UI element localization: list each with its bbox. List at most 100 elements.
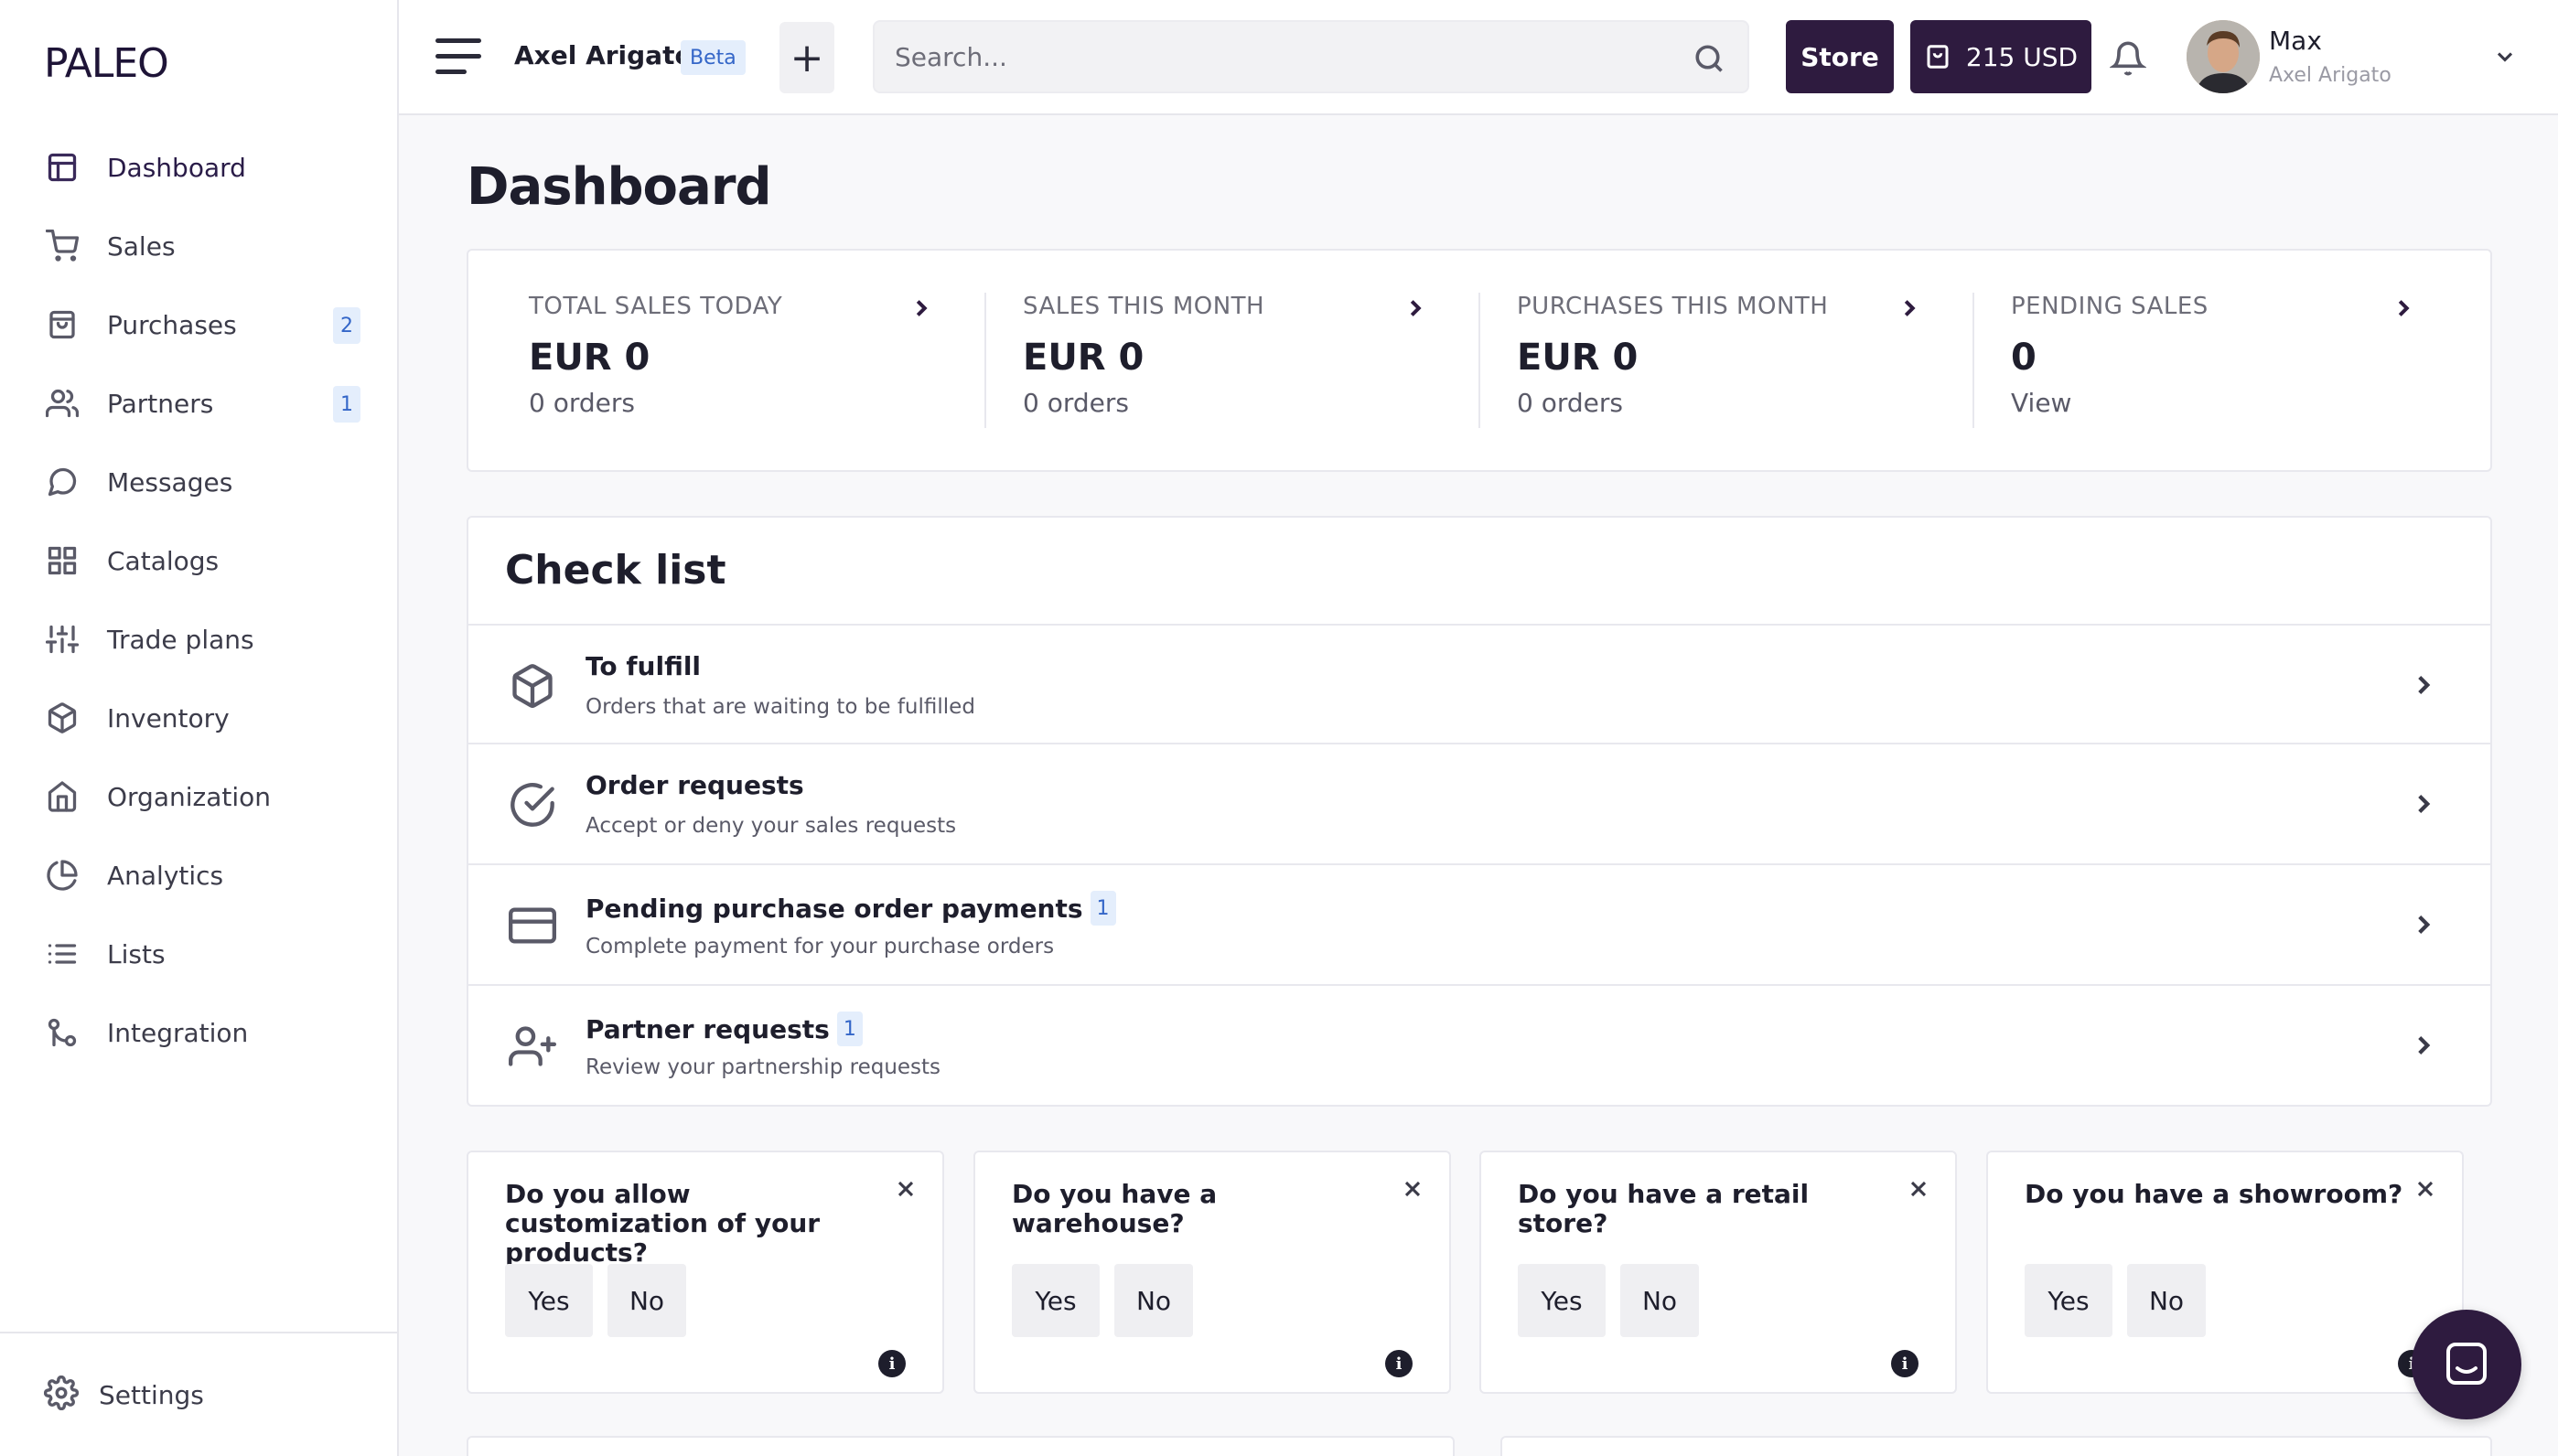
yes-button[interactable]: Yes bbox=[2025, 1264, 2112, 1337]
sidebar-item-purchases[interactable]: Purchases 2 bbox=[0, 285, 397, 364]
list-icon bbox=[44, 936, 81, 972]
yes-button[interactable]: Yes bbox=[1012, 1264, 1100, 1337]
store-button[interactable]: Store bbox=[1786, 20, 1894, 93]
checklist-row-title: Order requests bbox=[586, 770, 804, 800]
yes-button[interactable]: Yes bbox=[1518, 1264, 1606, 1337]
question-text: Do you have a showroom? bbox=[2025, 1179, 2403, 1209]
stat-card[interactable]: PENDING SALES 0 View bbox=[1951, 293, 2445, 430]
stat-value: EUR 0 bbox=[529, 337, 650, 379]
stat-title: PENDING SALES bbox=[2011, 293, 2209, 320]
count-badge: 1 bbox=[1090, 891, 1116, 926]
cart-total: 215 USD bbox=[1965, 41, 2079, 72]
checklist-row-title: To fulfill bbox=[586, 651, 701, 681]
chat-launcher-button[interactable] bbox=[2412, 1310, 2521, 1419]
package-icon bbox=[509, 662, 556, 710]
user-org: Axel Arigato bbox=[2269, 64, 2391, 87]
chevron-right-icon[interactable] bbox=[1896, 294, 1923, 322]
no-button[interactable]: No bbox=[607, 1264, 686, 1337]
sidebar-item-label: Organization bbox=[107, 781, 272, 812]
question-card: Do you have a showroom? Yes No i bbox=[1986, 1151, 2464, 1394]
top-header: Axel Arigato Beta + Store 215 USD Max Ax… bbox=[399, 0, 2558, 115]
row-title-text: To fulfill bbox=[586, 651, 702, 681]
sidebar-item-organization[interactable]: Organization bbox=[0, 757, 397, 836]
hamburger-menu-icon[interactable] bbox=[435, 37, 481, 77]
close-icon[interactable] bbox=[2413, 1176, 2438, 1202]
sidebar-item-sales[interactable]: Sales bbox=[0, 207, 397, 285]
checklist-row-order-requests[interactable]: Order requests Accept or deny your sales… bbox=[468, 743, 2490, 862]
sidebar-item-dashboard[interactable]: Dashboard bbox=[0, 128, 397, 207]
checklist-panel: Check list To fulfill Orders that are wa… bbox=[467, 516, 2492, 1107]
credit-card-icon bbox=[509, 902, 556, 949]
grid-icon bbox=[44, 542, 81, 579]
checklist-row-title: Pending purchase order payments 1 bbox=[586, 891, 1116, 926]
info-icon[interactable]: i bbox=[878, 1350, 906, 1377]
sidebar-item-label: Trade plans bbox=[107, 624, 254, 655]
chevron-right-icon[interactable] bbox=[2408, 1030, 2439, 1061]
sidebar-item-label: Messages bbox=[107, 466, 233, 498]
close-icon[interactable] bbox=[893, 1176, 919, 1202]
sliders-icon bbox=[44, 621, 81, 658]
yes-button[interactable]: Yes bbox=[505, 1264, 593, 1337]
chevron-right-icon[interactable] bbox=[2408, 669, 2439, 701]
checklist-row-desc: Review your partnership requests bbox=[586, 1055, 941, 1079]
stat-card[interactable]: PURCHASES THIS MONTH EUR 0 0 orders bbox=[1456, 293, 1951, 430]
sidebar-item-label: Purchases bbox=[107, 309, 237, 340]
chevron-right-icon[interactable] bbox=[2408, 909, 2439, 940]
info-icon[interactable]: i bbox=[1891, 1350, 1918, 1377]
dashboard-icon bbox=[44, 149, 81, 186]
close-icon[interactable] bbox=[1906, 1176, 1931, 1202]
user-name[interactable]: Max bbox=[2269, 26, 2322, 56]
no-button[interactable]: No bbox=[2127, 1264, 2206, 1337]
sidebar-footer: Settings bbox=[0, 1332, 397, 1456]
sidebar-item-trade-plans[interactable]: Trade plans bbox=[0, 600, 397, 679]
chevron-right-icon[interactable] bbox=[2408, 788, 2439, 819]
stat-card[interactable]: SALES THIS MONTH EUR 0 0 orders bbox=[962, 293, 1456, 430]
close-icon[interactable] bbox=[1400, 1176, 1425, 1202]
chevron-right-icon[interactable] bbox=[2390, 294, 2417, 322]
dashboard-card bbox=[467, 1436, 1455, 1456]
logo[interactable]: PALEO bbox=[44, 40, 169, 87]
sidebar-item-inventory[interactable]: Inventory bbox=[0, 679, 397, 757]
chevron-right-icon[interactable] bbox=[1402, 294, 1429, 322]
git-merge-icon bbox=[44, 1014, 81, 1051]
cart-icon bbox=[44, 228, 81, 264]
user-plus-icon bbox=[509, 1022, 556, 1070]
checklist-row-to-fulfill[interactable]: To fulfill Orders that are waiting to be… bbox=[468, 624, 2490, 743]
row-title-text: Order requests bbox=[586, 770, 804, 800]
org-name[interactable]: Axel Arigato bbox=[514, 40, 693, 70]
stat-value: EUR 0 bbox=[1517, 337, 1639, 379]
chevron-right-icon[interactable] bbox=[908, 294, 935, 322]
search-input[interactable] bbox=[895, 35, 1663, 79]
sidebar-item-label: Partners bbox=[107, 388, 214, 419]
cart-button[interactable]: 215 USD bbox=[1910, 20, 2091, 93]
checklist-row-desc: Complete payment for your purchase order… bbox=[586, 935, 1055, 958]
stat-title: SALES THIS MONTH bbox=[1023, 293, 1265, 320]
avatar[interactable] bbox=[2187, 20, 2260, 93]
sidebar-item-analytics[interactable]: Analytics bbox=[0, 836, 397, 915]
stat-sub: 0 orders bbox=[1023, 388, 1129, 418]
sidebar-item-integration[interactable]: Integration bbox=[0, 993, 397, 1072]
sidebar-item-catalogs[interactable]: Catalogs bbox=[0, 521, 397, 600]
sidebar-item-messages[interactable]: Messages bbox=[0, 443, 397, 521]
no-button[interactable]: No bbox=[1114, 1264, 1193, 1337]
checklist-row-title: Partner requests 1 bbox=[586, 1012, 863, 1046]
check-circle-icon bbox=[509, 781, 556, 829]
settings-label: Settings bbox=[99, 1379, 204, 1410]
add-button[interactable]: + bbox=[779, 22, 834, 93]
chevron-down-icon[interactable] bbox=[2492, 44, 2518, 70]
bell-icon[interactable] bbox=[2108, 38, 2148, 79]
question-card: Do you allow customization of your produ… bbox=[467, 1151, 944, 1394]
sidebar-item-label: Analytics bbox=[107, 860, 224, 891]
beta-badge: Beta bbox=[681, 40, 746, 75]
sidebar-item-lists[interactable]: Lists bbox=[0, 915, 397, 993]
checklist-row-pending-payments[interactable]: Pending purchase order payments 1 Complet… bbox=[468, 863, 2490, 982]
no-button[interactable]: No bbox=[1620, 1264, 1699, 1337]
stat-card[interactable]: TOTAL SALES TODAY EUR 0 0 orders bbox=[468, 293, 962, 430]
search-icon[interactable] bbox=[1693, 42, 1725, 75]
stat-title: PURCHASES THIS MONTH bbox=[1517, 293, 1829, 320]
sidebar-item-settings[interactable]: Settings bbox=[43, 1375, 204, 1414]
info-icon[interactable]: i bbox=[1385, 1350, 1413, 1377]
sidebar-item-partners[interactable]: Partners 1 bbox=[0, 364, 397, 443]
checklist-row-partner-requests[interactable]: Partner requests 1 Review your partnershi… bbox=[468, 984, 2490, 1103]
checklist-row-desc: Orders that are waiting to be fulfilled bbox=[586, 695, 975, 719]
